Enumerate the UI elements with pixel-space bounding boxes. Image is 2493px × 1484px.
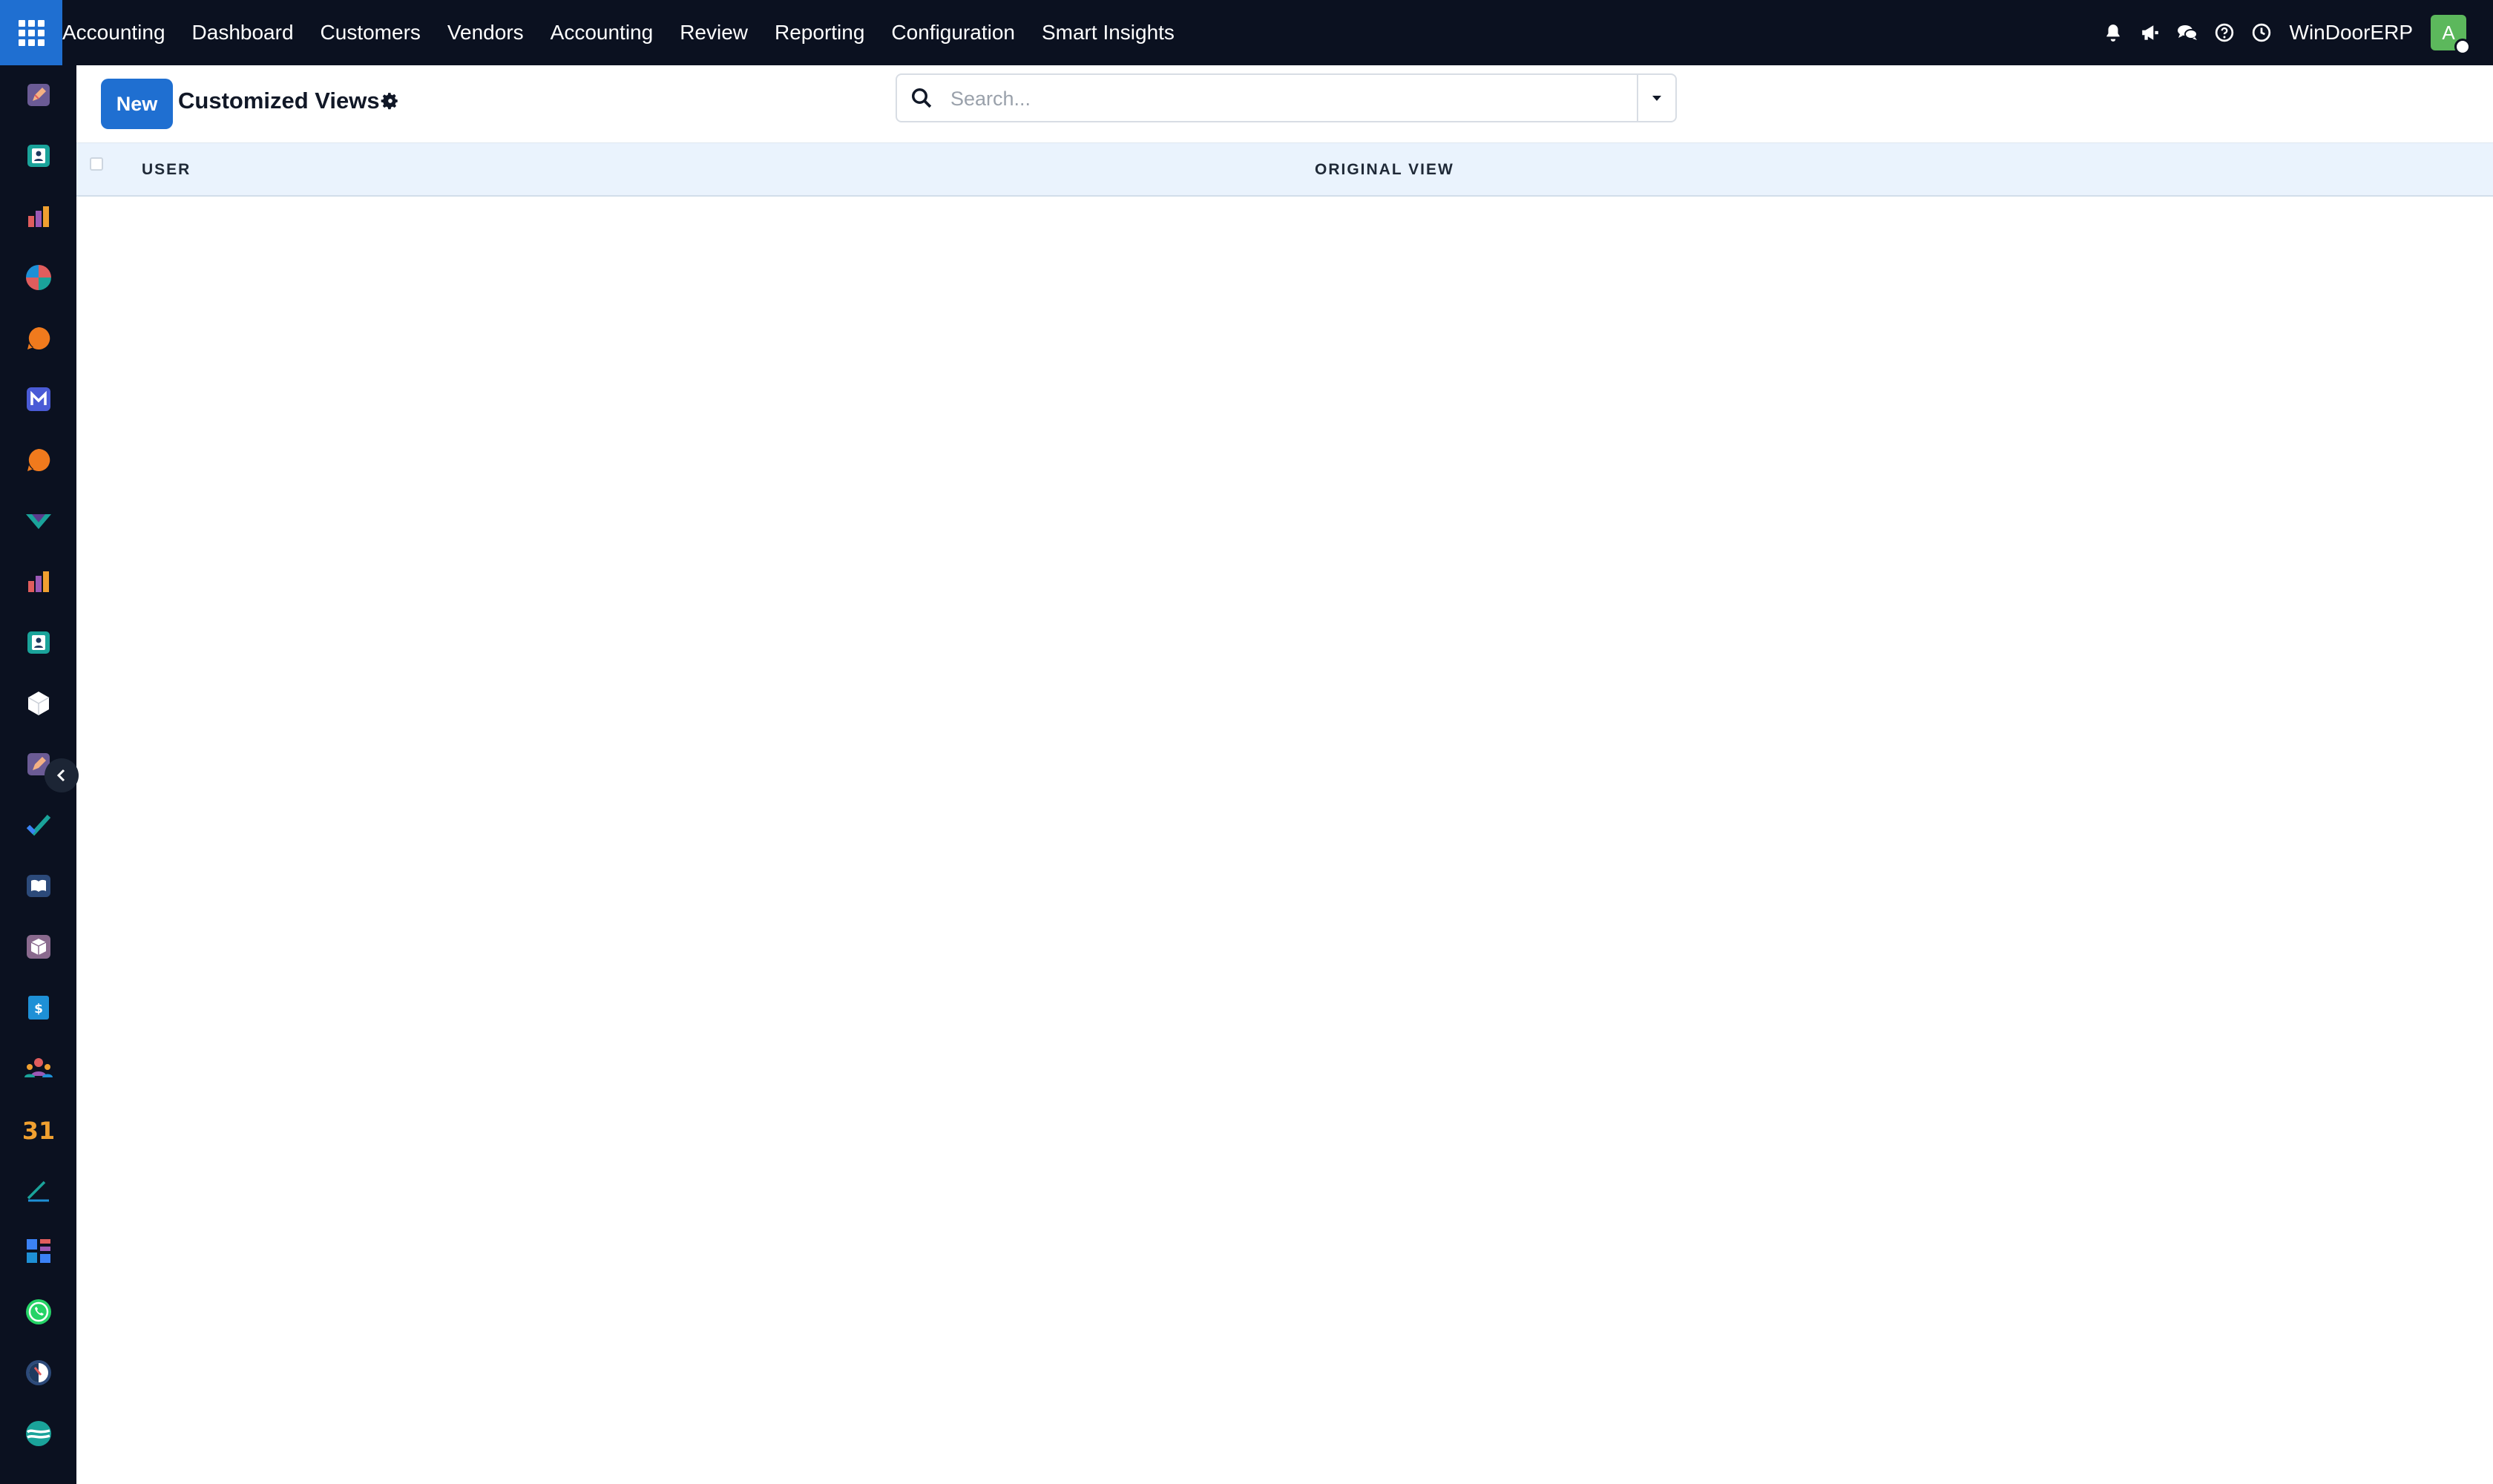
clock-icon[interactable]	[2251, 22, 2272, 43]
wave-app-icon[interactable]	[22, 1417, 55, 1450]
page-title: Customized Views	[178, 88, 380, 114]
sidebar-collapse-button[interactable]	[45, 758, 79, 792]
reporting-app-icon-2[interactable]	[22, 565, 55, 598]
chevron-left-icon	[56, 769, 65, 782]
list-view: USER ORIGINAL VIEW	[76, 142, 2493, 1484]
menu-customers[interactable]: Customers	[321, 21, 421, 45]
livechat-app-icon[interactable]	[22, 444, 55, 476]
mail-app-icon[interactable]	[22, 383, 55, 416]
table-header-row: USER ORIGINAL VIEW	[76, 142, 2493, 197]
inventory-app-icon[interactable]	[22, 687, 55, 720]
product-app-icon[interactable]	[22, 930, 55, 963]
column-header-user[interactable]: USER	[142, 161, 191, 179]
bell-icon[interactable]	[2103, 22, 2124, 43]
new-button[interactable]: New	[101, 79, 173, 129]
pie-app-icon[interactable]	[22, 261, 55, 294]
invoicing-app-icon[interactable]: $	[22, 991, 55, 1024]
calendar-app-icon[interactable]: 31	[22, 1113, 55, 1146]
main-menu: Dashboard Customers Vendors Accounting R…	[192, 21, 1201, 45]
megaphone-icon[interactable]	[2140, 22, 2161, 43]
search-options-toggle[interactable]	[1637, 75, 1675, 121]
top-navbar: Accounting Dashboard Customers Vendors A…	[0, 0, 2493, 65]
presence-status-dot	[2454, 39, 2471, 55]
dashboards-app-icon[interactable]	[22, 1235, 55, 1267]
svg-text:31: 31	[24, 1117, 53, 1142]
search-bar	[896, 73, 1677, 122]
column-header-original-view[interactable]: ORIGINAL VIEW	[1315, 161, 1454, 179]
moon-app-icon[interactable]	[22, 1356, 55, 1389]
todo-app-icon[interactable]	[22, 809, 55, 841]
contacts-app-icon-2[interactable]	[22, 626, 55, 659]
menu-vendors[interactable]: Vendors	[447, 21, 524, 45]
select-all-checkbox[interactable]	[90, 157, 103, 171]
pencil-app-icon[interactable]	[22, 79, 55, 111]
help-icon[interactable]	[2214, 22, 2235, 43]
reporting-app-icon[interactable]	[22, 200, 55, 233]
search-icon	[910, 87, 934, 111]
knowledge-app-icon[interactable]	[22, 870, 55, 902]
user-avatar[interactable]: A	[2431, 15, 2471, 55]
menu-dashboard[interactable]: Dashboard	[192, 21, 294, 45]
whatsapp-app-icon[interactable]	[22, 1296, 55, 1328]
survey-app-icon[interactable]	[22, 505, 55, 537]
search-input[interactable]	[950, 82, 1618, 115]
apps-menu-button[interactable]	[0, 0, 62, 65]
sign-app-icon[interactable]	[22, 1174, 55, 1206]
app-brand-link[interactable]: Accounting	[62, 21, 165, 45]
control-panel: New Customized Views	[76, 65, 2493, 142]
chat-icon[interactable]	[2177, 22, 2198, 43]
menu-configuration[interactable]: Configuration	[891, 21, 1015, 45]
caret-down-icon	[1652, 96, 1661, 101]
gear-icon[interactable]	[381, 91, 401, 112]
avatar-initial: A	[2442, 21, 2455, 44]
company-switcher[interactable]: WinDoorERP	[2290, 21, 2413, 45]
systray: WinDoorERP A	[2086, 0, 2471, 65]
employees-app-icon[interactable]	[22, 1052, 55, 1085]
apps-grid-icon	[18, 19, 45, 46]
discuss-app-icon[interactable]	[22, 322, 55, 355]
menu-accounting[interactable]: Accounting	[551, 21, 654, 45]
menu-reporting[interactable]: Reporting	[775, 21, 864, 45]
menu-review[interactable]: Review	[680, 21, 748, 45]
contacts-app-icon[interactable]	[22, 139, 55, 172]
menu-smart-insights[interactable]: Smart Insights	[1042, 21, 1175, 45]
svg-text:$: $	[34, 1002, 43, 1017]
